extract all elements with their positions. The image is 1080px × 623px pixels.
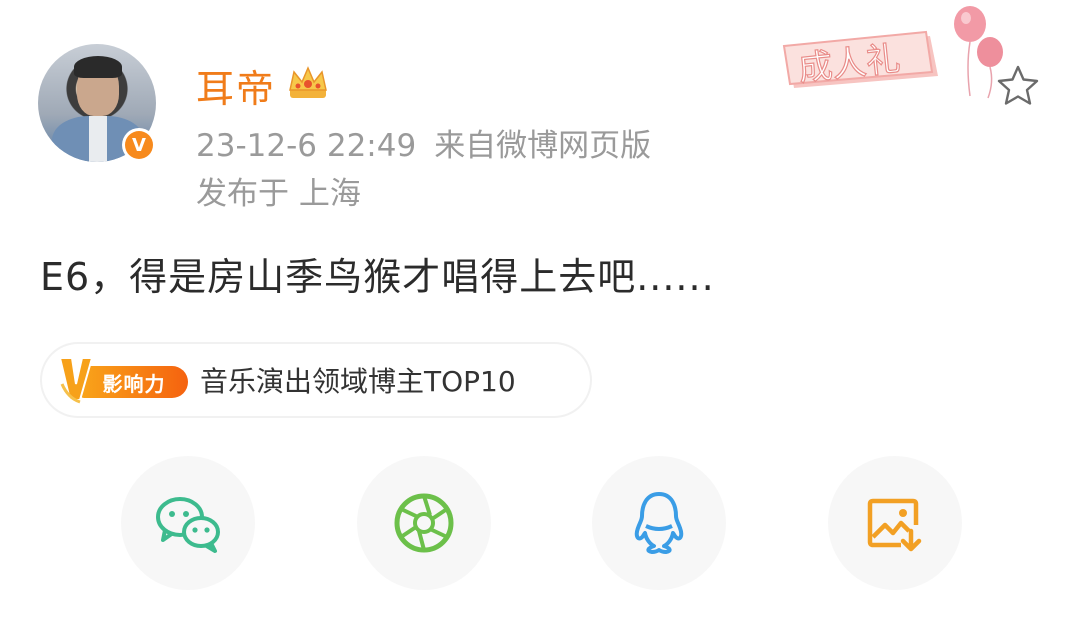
v-influence-icon <box>58 357 92 404</box>
influence-badge[interactable]: 影响力 音乐演出领域博主TOP10 <box>42 344 590 416</box>
username[interactable]: 耳帝 <box>196 58 276 113</box>
post-text: E6，得是房山季鸟猴才唱得上去吧...... <box>40 255 715 299</box>
wechat-icon <box>156 497 220 553</box>
influence-text: 音乐演出领域博主TOP10 <box>200 365 516 398</box>
post-location: 发布于 上海 <box>196 176 361 212</box>
influence-tag: 影响力 <box>58 357 190 404</box>
favorite-star-icon[interactable] <box>996 64 1040 106</box>
share-qq-button[interactable] <box>592 456 726 590</box>
moments-icon <box>394 493 454 553</box>
share-moments-button[interactable] <box>357 456 491 590</box>
weibo-post-card: V 耳帝 23-12-6 22:49 来自微博网页版 发布于 上海 成人礼 E6，… <box>0 0 1080 623</box>
qq-icon <box>634 492 684 554</box>
share-wechat-button[interactable] <box>121 456 255 590</box>
birthday-decoration: 成人礼 <box>782 6 1003 99</box>
save-image-button[interactable] <box>828 456 962 590</box>
influence-label: 影响力 <box>80 366 188 398</box>
post-source[interactable]: 来自微博网页版 <box>434 128 651 164</box>
save-image-icon <box>867 498 922 552</box>
post-meta: 23-12-6 22:49 来自微博网页版 <box>196 120 651 165</box>
post-time: 23-12-6 22:49 <box>196 128 417 164</box>
crown-icon <box>289 66 327 98</box>
verified-badge-icon: V <box>122 128 156 162</box>
